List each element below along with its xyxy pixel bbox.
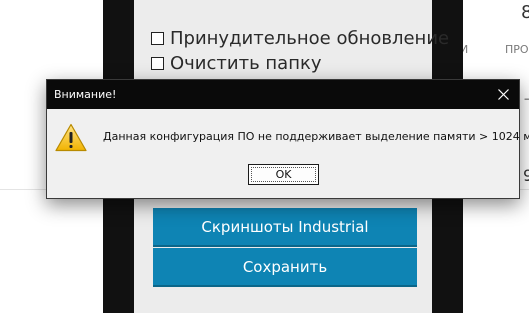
background-label-5: 9 [523,166,529,185]
background-label-3: ПРО [505,43,529,56]
screenshots-industrial-button[interactable]: Скриншоты Industrial [153,208,417,245]
dialog-title: Внимание! [54,88,117,101]
clear-folder-label: Очистить папку [170,53,322,74]
ok-button[interactable]: OK [248,164,319,185]
dialog-titlebar[interactable]: Внимание! [47,80,519,109]
force-update-label: Принудительное обновление [170,28,450,49]
warning-icon [55,123,87,152]
background-label-1: 8 [521,2,529,23]
force-update-option[interactable]: Принудительное обновление [151,28,449,49]
clear-folder-option[interactable]: Очистить папку [151,53,322,74]
dialog-body: Данная конфигурация ПО не поддерживает в… [47,109,529,199]
warning-dialog: Внимание! Данная конфигурация ПО не подд… [46,79,529,199]
dialog-message: Данная конфигурация ПО не поддерживает в… [103,130,529,143]
background-label-4: – [524,92,529,105]
save-button[interactable]: Сохранить [153,248,417,285]
force-update-checkbox[interactable] [151,32,164,45]
screen: 8 И ПРО – 9 Принудительное обновление Оч… [0,0,529,313]
close-icon[interactable] [493,84,513,104]
clear-folder-checkbox[interactable] [151,57,164,70]
